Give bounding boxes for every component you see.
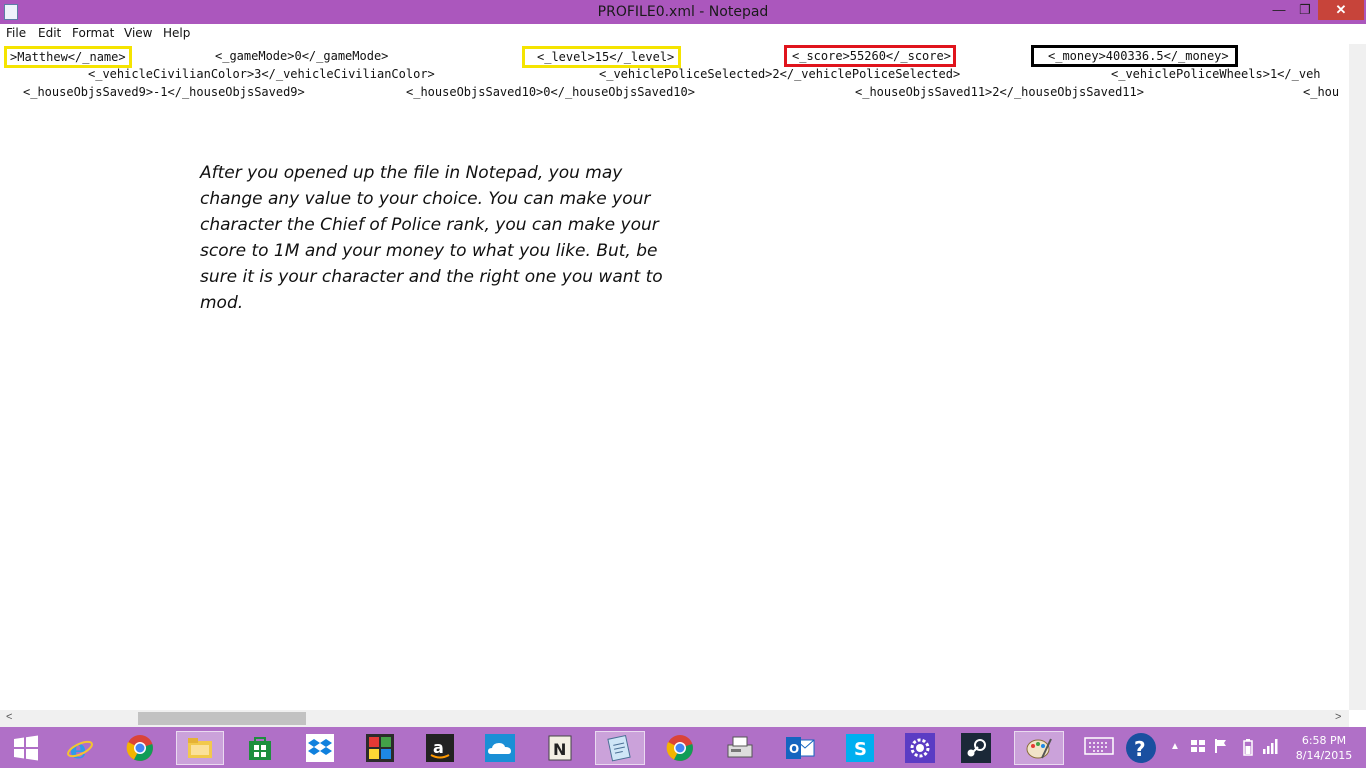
house-objs-9-tag: <_houseObjsSaved9>-1</_houseObjsSaved9> [23, 85, 305, 99]
windows-start-icon[interactable] [8, 731, 44, 765]
police-selected-tag: <_vehiclePoliceSelected>2</_vehiclePolic… [599, 67, 961, 81]
dropbox-icon[interactable] [302, 731, 338, 765]
text-editor[interactable]: >Matthew</_name> <_gameMode>0</_gameMode… [0, 44, 1349, 710]
scroll-right-arrow[interactable]: > [1335, 711, 1341, 723]
flag-icon[interactable] [1214, 738, 1228, 757]
menu-format[interactable]: Format [72, 26, 114, 40]
skype-icon[interactable]: S [842, 731, 878, 765]
menu-view[interactable]: View [124, 26, 152, 40]
svg-text:S: S [854, 739, 867, 760]
fax-printer-icon[interactable] [722, 731, 758, 765]
civilian-color-tag: <_vehicleCivilianColor>3</_vehicleCivili… [88, 67, 435, 81]
maximize-button[interactable]: ❐ [1292, 0, 1318, 20]
house-objs-12-tag: <_hou [1303, 85, 1340, 99]
minimize-button[interactable]: — [1266, 0, 1292, 20]
name-tag: >Matthew</_name> [4, 46, 132, 68]
title-bar: PROFILE0.xml - Notepad — ❐ ✕ [0, 0, 1366, 24]
instruction-note: After you opened up the file in Notepad,… [200, 163, 663, 313]
battery-icon[interactable] [1242, 738, 1254, 759]
gamemode-tag: <_gameMode>0</_gameMode> [215, 49, 389, 63]
house-objs-11-tag: <_houseObjsSaved11>2</_houseObjsSaved11> [855, 85, 1144, 99]
clock-time: 6:58 PM [1301, 734, 1347, 747]
wifi-signal-icon[interactable] [1262, 737, 1278, 758]
notepad-taskbar-icon[interactable] [595, 731, 645, 765]
menu-edit[interactable]: Edit [38, 26, 61, 40]
action-center-icon[interactable] [1190, 739, 1206, 756]
chrome-icon-2[interactable] [662, 731, 698, 765]
svg-text:O: O [789, 742, 799, 756]
police-wheels-tag: <_vehiclePoliceWheels>1</_veh [1111, 67, 1321, 81]
level-tag: <_level>15</_level> [522, 46, 682, 68]
keyboard-icon[interactable] [1084, 735, 1114, 760]
score-tag: <_score>55260</_score> [784, 45, 956, 67]
svg-text:a: a [433, 738, 444, 757]
puzzle-app-icon[interactable] [362, 731, 398, 765]
horizontal-scrollbar[interactable]: < > [0, 710, 1349, 727]
settings-icon[interactable] [902, 731, 938, 765]
clock-date: 8/14/2015 [1295, 749, 1353, 762]
house-objs-10-tag: <_houseObjsSaved10>0</_houseObjsSaved10> [406, 85, 695, 99]
menu-file[interactable]: File [6, 26, 26, 40]
amazon-icon[interactable]: a [422, 731, 458, 765]
onedrive-icon[interactable] [482, 731, 518, 765]
tray-expand-icon[interactable]: ▲ [1170, 741, 1180, 752]
system-clock[interactable]: 6:58 PM 8/14/2015 [1286, 733, 1362, 763]
menu-bar: File Edit Format View Help [0, 24, 1366, 45]
vertical-scrollbar[interactable] [1349, 44, 1366, 710]
file-explorer-icon[interactable] [176, 731, 224, 765]
svg-text:?: ? [1134, 737, 1146, 761]
svg-text:N: N [553, 740, 566, 759]
scroll-thumb[interactable] [138, 712, 306, 725]
outlook-icon[interactable]: O [782, 731, 818, 765]
money-tag: <_money>400336.5</_money> [1031, 45, 1238, 67]
steam-icon[interactable] [958, 731, 994, 765]
notepad-plus-icon[interactable]: N [542, 731, 578, 765]
taskbar: e a N O S ? ▲ 6:58 PM 8/14/2015 [0, 727, 1366, 768]
scroll-left-arrow[interactable]: < [6, 711, 12, 723]
paint-icon[interactable] [1014, 731, 1064, 765]
window-title: PROFILE0.xml - Notepad [597, 4, 769, 20]
windows-store-icon[interactable] [242, 731, 278, 765]
internet-explorer-icon[interactable]: e [62, 731, 98, 765]
menu-help[interactable]: Help [163, 26, 190, 40]
help-icon[interactable]: ? [1124, 731, 1158, 768]
close-button[interactable]: ✕ [1318, 0, 1364, 20]
chrome-icon[interactable] [122, 731, 158, 765]
